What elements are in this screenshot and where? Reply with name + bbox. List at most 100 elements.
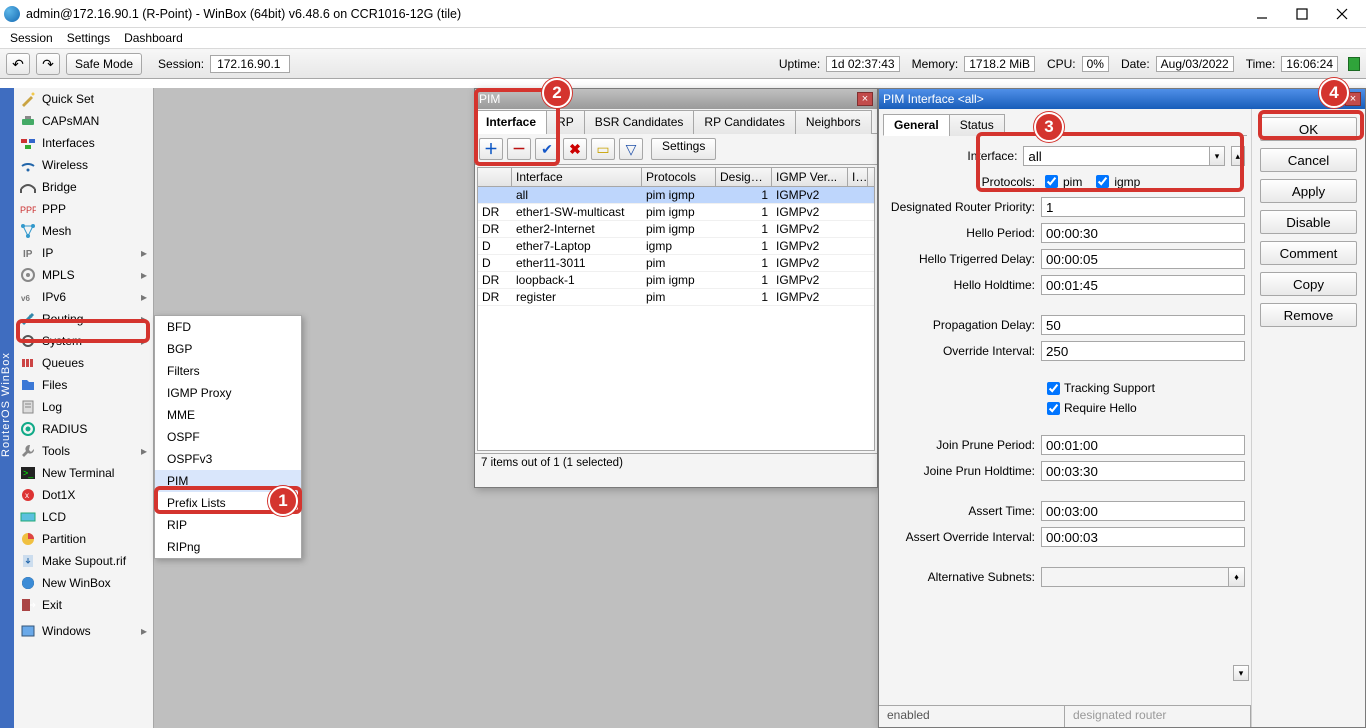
table-row[interactable]: allpim igmp1IGMPv2 [478,187,874,204]
sidebar-item-files[interactable]: Files [14,374,153,396]
check-require[interactable] [1047,402,1060,415]
close-button[interactable] [1322,2,1362,26]
sidebar-item-interfaces[interactable]: Interfaces [14,132,153,154]
sidebar-item-log[interactable]: Log [14,396,153,418]
input-join-prune-period[interactable] [1041,435,1245,455]
input-hello-trigerred-delay[interactable] [1041,249,1245,269]
copy-button[interactable]: Copy [1260,272,1357,296]
flyout-item-igmp-proxy[interactable]: IGMP Proxy [155,382,301,404]
sidebar-item-ipv6[interactable]: v6 IPv6▸ [14,286,153,308]
flyout-item-mme[interactable]: MME [155,404,301,426]
remove-button[interactable]: Remove [1260,303,1357,327]
props-tab-status[interactable]: Status [949,114,1005,136]
disable-button[interactable]: Disable [1260,210,1357,234]
menu-session[interactable]: Session [10,31,53,45]
menu-settings[interactable]: Settings [67,31,110,45]
input-interface[interactable] [1023,146,1210,166]
undo-button[interactable]: ↶ [6,53,30,75]
scroll-down-icon[interactable]: ▾ [1233,665,1249,681]
table-row[interactable]: Dether7-Laptopigmp1IGMPv2 [478,238,874,255]
input-alt-subnets[interactable] [1041,567,1229,587]
pim-window-title[interactable]: PIM × [475,89,877,109]
sidebar-item-queues[interactable]: Queues [14,352,153,374]
sidebar-item-windows[interactable]: Windows ▸ [14,620,153,642]
check-tracking[interactable] [1047,382,1060,395]
sidebar-item-new-terminal[interactable]: >_ New Terminal [14,462,153,484]
sidebar-item-mesh[interactable]: Mesh [14,220,153,242]
cancel-button[interactable]: Cancel [1260,148,1357,172]
redo-button[interactable]: ↷ [36,53,60,75]
table-row[interactable]: DRether1-SW-multicastpim igmp1IGMPv2 [478,204,874,221]
table-row[interactable]: DRether2-Internetpim igmp1IGMPv2 [478,221,874,238]
comment-button[interactable]: ▭ [591,138,615,160]
sidebar-item-bridge[interactable]: Bridge [14,176,153,198]
interface-dropdown-icon[interactable]: ▾ [1210,146,1224,166]
sidebar-item-quick-set[interactable]: Quick Set [14,88,153,110]
enable-button[interactable]: ✔ [535,138,559,160]
sidebar-item-wireless[interactable]: Wireless [14,154,153,176]
ok-button[interactable]: OK [1260,117,1357,141]
table-row[interactable]: DRregisterpim1IGMPv2 [478,289,874,306]
column-header[interactable]: Design... [716,168,772,186]
scroll-up-icon[interactable]: ▴ [1231,146,1245,166]
alt-subnets-expand-icon[interactable]: ♦ [1229,567,1245,587]
sidebar-item-routing[interactable]: Routing▸ [14,308,153,330]
table-row[interactable]: DRloopback-1pim igmp1IGMPv2 [478,272,874,289]
apply-button[interactable]: Apply [1260,179,1357,203]
column-header[interactable] [478,168,512,186]
filter-button[interactable]: ▽ [619,138,643,160]
flyout-item-ripng[interactable]: RIPng [155,536,301,558]
remove-button[interactable]: － [507,138,531,160]
input-assert-override-interval[interactable] [1041,527,1245,547]
pim-tab-interface[interactable]: Interface [475,110,547,134]
pim-tab-rp-candidates[interactable]: RP Candidates [693,110,796,134]
check-igmp[interactable] [1096,175,1109,188]
sidebar-item-radius[interactable]: RADIUS [14,418,153,440]
sidebar-item-partition[interactable]: Partition [14,528,153,550]
input-hello-holdtime[interactable] [1041,275,1245,295]
pim-tab-rp[interactable]: RP [546,110,585,134]
flyout-item-bgp[interactable]: BGP [155,338,301,360]
column-header[interactable]: IGMP Ver... [772,168,848,186]
input-propagation-delay[interactable] [1041,315,1245,335]
sidebar-item-mpls[interactable]: MPLS▸ [14,264,153,286]
safe-mode-button[interactable]: Safe Mode [66,53,142,75]
disable-button[interactable]: ✖ [563,138,587,160]
settings-button[interactable]: Settings [651,138,716,160]
sidebar-item-ppp[interactable]: PPP PPP [14,198,153,220]
input-designated-router-priority[interactable] [1041,197,1245,217]
comment-button[interactable]: Comment [1260,241,1357,265]
column-header[interactable]: Protocols [642,168,716,186]
sidebar-item-tools[interactable]: Tools▸ [14,440,153,462]
check-pim[interactable] [1045,175,1058,188]
column-header[interactable]: I... [848,168,868,186]
session-ip[interactable]: 172.16.90.1 [210,55,290,73]
add-button[interactable]: ＋ [479,138,503,160]
table-row[interactable]: Dether11-3011pim1IGMPv2 [478,255,874,272]
minimize-button[interactable] [1242,2,1282,26]
sidebar-item-exit[interactable]: Exit [14,594,153,616]
sidebar-item-system[interactable]: System▸ [14,330,153,352]
sidebar-item-new-winbox[interactable]: New WinBox [14,572,153,594]
flyout-item-bfd[interactable]: BFD [155,316,301,338]
flyout-item-rip[interactable]: RIP [155,514,301,536]
pim-tab-neighbors[interactable]: Neighbors [795,110,872,134]
pim-tab-bsr-candidates[interactable]: BSR Candidates [584,110,695,134]
sidebar-item-dot1x[interactable]: x Dot1X [14,484,153,506]
maximize-button[interactable] [1282,2,1322,26]
sidebar-item-ip[interactable]: IP IP▸ [14,242,153,264]
props-window-title[interactable]: PIM Interface <all> × [879,89,1365,109]
menu-dashboard[interactable]: Dashboard [124,31,183,45]
flyout-item-ospf[interactable]: OSPF [155,426,301,448]
input-joine-prun-holdtime[interactable] [1041,461,1245,481]
sidebar-item-lcd[interactable]: LCD [14,506,153,528]
flyout-item-ospfv3[interactable]: OSPFv3 [155,448,301,470]
input-assert-time[interactable] [1041,501,1245,521]
sidebar-item-capsman[interactable]: CAPsMAN [14,110,153,132]
props-tab-general[interactable]: General [883,114,950,136]
flyout-item-filters[interactable]: Filters [155,360,301,382]
pim-close-button[interactable]: × [857,92,873,106]
input-hello-period[interactable] [1041,223,1245,243]
sidebar-item-make-supout.rif[interactable]: Make Supout.rif [14,550,153,572]
column-header[interactable]: Interface [512,168,642,186]
